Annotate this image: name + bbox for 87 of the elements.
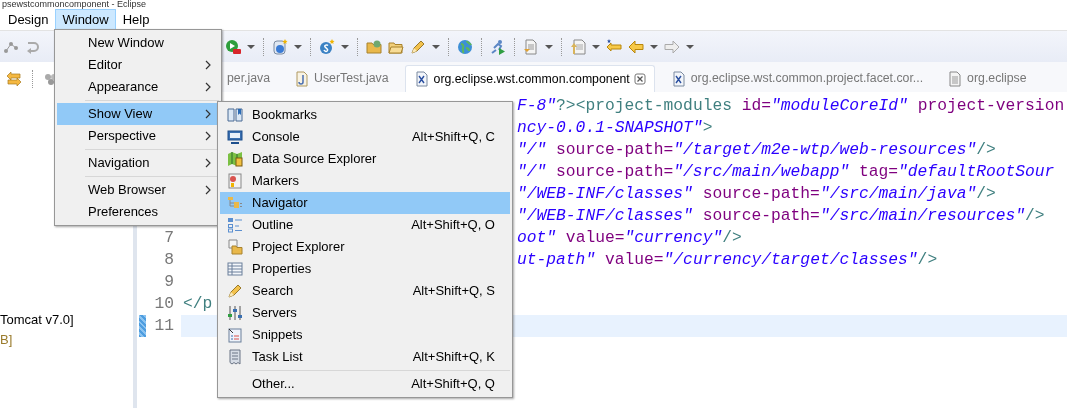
run-icon[interactable] xyxy=(225,38,241,55)
menu-item[interactable]: Project Explorer xyxy=(220,236,510,258)
menu-item[interactable]: Task List Alt+Shift+Q, K xyxy=(220,346,510,368)
folder-tree-icon xyxy=(227,195,243,211)
globe-icon[interactable] xyxy=(457,38,473,55)
folder-icon[interactable] xyxy=(366,38,382,55)
caret-icon[interactable] xyxy=(686,44,694,49)
line-number: 11 xyxy=(153,315,175,337)
pen-icon[interactable] xyxy=(410,38,426,55)
caret-icon[interactable] xyxy=(294,44,302,49)
console-text: B] xyxy=(0,331,14,349)
menu-bar-item[interactable]: Window xyxy=(55,9,116,30)
menu-item[interactable]: Snippets xyxy=(220,324,510,346)
caret-icon[interactable] xyxy=(592,44,600,49)
xml-file-icon xyxy=(670,70,687,87)
menu-item[interactable]: Bookmarks xyxy=(220,104,510,126)
menu-item[interactable]: Data Source Explorer xyxy=(220,148,510,170)
menu-item[interactable]: Navigation xyxy=(57,152,219,174)
folder-document-icon xyxy=(227,239,243,255)
caret-icon[interactable] xyxy=(545,44,553,49)
forward-icon[interactable] xyxy=(664,38,680,55)
menu-item[interactable]: Properties xyxy=(220,258,510,280)
editor-tab[interactable]: org.eclipse.wst.common.project.facet.cor... xyxy=(662,65,932,92)
code-line: "/WEB-INF/classes" source-path="/src/main/java"/> xyxy=(517,183,996,205)
chevron-icon xyxy=(205,131,211,141)
line-number: 10 xyxy=(153,293,175,315)
window-title: psewstcommoncomponent - Eclipse xyxy=(1,0,148,9)
chevron-icon xyxy=(205,109,211,119)
menu-item[interactable]: Navigator xyxy=(220,192,510,214)
menu-item[interactable]: Preferences xyxy=(57,201,219,223)
caret-icon[interactable] xyxy=(247,44,255,49)
code-line: ut-path" value="/currency/target/classes"/> xyxy=(517,249,938,271)
table-icon xyxy=(227,261,243,277)
task-list-icon xyxy=(227,349,243,365)
line-number: 8 xyxy=(163,249,175,271)
swap-arrows-icon[interactable] xyxy=(6,70,22,87)
line-number: 7 xyxy=(163,227,175,249)
chevron-icon xyxy=(205,158,211,168)
jar-icon[interactable] xyxy=(272,38,288,55)
book-icon xyxy=(227,107,243,123)
file-icon xyxy=(947,70,964,87)
code-line: "/" source-path="/target/m2e-wtp/web-resources"/> xyxy=(517,139,996,161)
console-text: Tomcat v7.0] xyxy=(0,311,75,329)
java-file-icon xyxy=(294,70,311,87)
menu-item[interactable]: Outline Alt+Shift+Q, O xyxy=(220,214,510,236)
chevron-icon xyxy=(205,185,211,195)
code-line: ncy-0.0.1-SNAPSHOT"> xyxy=(517,117,713,139)
editor-tab[interactable]: UserTest.java xyxy=(286,65,397,92)
sliders-icon xyxy=(227,305,243,321)
document-icon[interactable] xyxy=(523,38,539,55)
menu-bar-item[interactable]: Help xyxy=(115,9,157,30)
menu-item[interactable]: Show View xyxy=(57,103,219,125)
monitor-icon xyxy=(227,129,243,145)
code-line: F-8"?><project-modules id="moduleCoreId" project-version xyxy=(517,95,1065,117)
menu-item[interactable]: Web Browser xyxy=(57,179,219,201)
menu-bar-item[interactable]: Design xyxy=(1,9,56,30)
outline-icon xyxy=(227,217,243,233)
menu-item[interactable]: Appearance xyxy=(57,76,219,98)
menu-item[interactable]: Markers xyxy=(220,170,510,192)
pen-icon xyxy=(227,283,243,299)
snippet-icon xyxy=(227,327,243,343)
menu-item[interactable]: Other... Alt+Shift+Q, Q xyxy=(220,373,510,395)
xml-file-icon xyxy=(413,71,430,87)
circle-icon[interactable] xyxy=(319,38,335,55)
menu-item[interactable]: Perspective xyxy=(57,125,219,147)
menu-item[interactable]: Servers xyxy=(220,302,510,324)
caret-icon[interactable] xyxy=(341,44,349,49)
chevron-icon xyxy=(205,60,211,70)
runner-icon[interactable] xyxy=(490,38,506,55)
marker-list-icon xyxy=(227,173,243,189)
map-icon xyxy=(227,151,243,167)
line-number: 9 xyxy=(163,271,175,293)
chevron-icon xyxy=(205,82,211,92)
code-line: oot" value="currency"/> xyxy=(517,227,742,249)
editor-tab[interactable]: org.eclipse xyxy=(939,65,1035,92)
code-line: "/" source-path="/src/main/webapp" tag="defaultRootSour xyxy=(517,161,1055,183)
menu-item[interactable]: Search Alt+Shift+Q, S xyxy=(220,280,510,302)
menu-item[interactable]: Editor xyxy=(57,54,219,76)
caret-icon[interactable] xyxy=(432,44,440,49)
close-icon[interactable] xyxy=(633,73,646,85)
code-line: </p xyxy=(183,293,213,315)
caret-icon[interactable] xyxy=(650,44,658,49)
code-line: "/WEB-INF/classes" source-path="/src/main/resources"/> xyxy=(517,205,1045,227)
editor-tab[interactable]: org.eclipse.wst.common.component xyxy=(404,65,655,92)
menu-item[interactable]: Console Alt+Shift+Q, C xyxy=(220,126,510,148)
menu-item[interactable]: New Window xyxy=(57,32,219,54)
back-icon[interactable] xyxy=(628,38,644,55)
